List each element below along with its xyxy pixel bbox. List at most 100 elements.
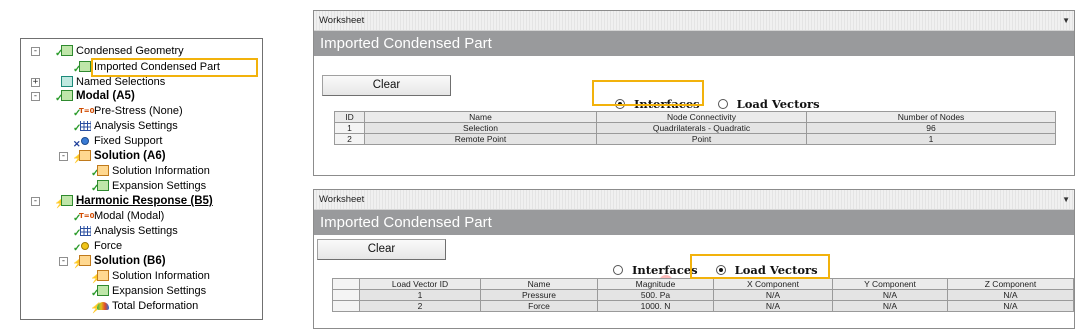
tree-item-fixed-support[interactable]: ✕ Fixed Support — [73, 134, 163, 149]
worksheet-title: Imported Condensed Part — [314, 210, 1074, 235]
tree-item-label: Force — [94, 240, 123, 252]
tree-item-label: Solution Information — [112, 270, 210, 282]
worksheet-tab-label: Worksheet — [319, 15, 365, 26]
collapse-toggle[interactable]: - — [59, 257, 68, 266]
named-selections-icon — [57, 75, 73, 89]
total-deformation-icon: ⚡ — [90, 300, 109, 313]
column-header[interactable]: Magnitude — [597, 278, 714, 290]
table-cell: 1 — [359, 289, 481, 301]
analysis-settings-icon: ✓ — [73, 225, 91, 238]
collapse-toggle[interactable]: - — [59, 152, 68, 161]
tree-item-modal-link[interactable]: ✓ T=0 Modal (Modal) — [73, 209, 164, 224]
radio-interfaces-label[interactable]: Interfaces — [632, 263, 698, 277]
table-cell: N/A — [947, 300, 1074, 312]
column-header[interactable]: Node Connectivity — [596, 111, 807, 123]
tree-item-solution-information-b[interactable]: ⚡ Solution Information — [90, 269, 210, 284]
clear-button[interactable]: Clear — [317, 239, 446, 260]
table-cell: N/A — [713, 289, 833, 301]
clear-button[interactable]: Clear — [322, 75, 451, 96]
radio-interfaces[interactable] — [613, 265, 623, 275]
worksheet-tab-label: Worksheet — [319, 194, 365, 205]
table-row[interactable]: 1 Pressure 500. Pa N/A N/A N/A — [332, 289, 1074, 301]
solution-icon: ⚡ — [72, 254, 91, 268]
worksheet-load-vectors: Worksheet ▼ Imported Condensed Part Clea… — [313, 189, 1075, 329]
tree-item-label: Condensed Geometry — [76, 45, 184, 57]
tree-item-named-selections[interactable]: Named Selections — [57, 75, 165, 90]
table-row[interactable]: 1 Selection Quadrilaterals - Quadratic 9… — [334, 122, 1056, 134]
table-row[interactable]: 2 Remote Point Point 1 — [334, 133, 1056, 145]
worksheet-title: Imported Condensed Part — [314, 31, 1074, 56]
column-header[interactable]: Number of Nodes — [806, 111, 1056, 123]
expand-toggle[interactable]: + — [31, 78, 40, 87]
column-header[interactable]: Load Vector ID — [359, 278, 481, 290]
highlight-box — [91, 58, 258, 77]
column-header[interactable]: Name — [364, 111, 597, 123]
tree-item-expansion-settings[interactable]: ✓ Expansion Settings — [91, 179, 206, 194]
table-cell: Pressure — [480, 289, 598, 301]
modal-link-icon: ✓ T=0 — [73, 211, 95, 224]
load-vectors-table: Load Vector ID Name Magnitude X Componen… — [332, 278, 1074, 312]
table-cell: 1 — [806, 133, 1056, 145]
table-cell: 2 — [359, 300, 481, 312]
tree-item-expansion-settings-b[interactable]: ✓ Expansion Settings — [91, 284, 207, 299]
table-cell: 500. Pa — [597, 289, 714, 301]
tree-item-analysis-settings-b[interactable]: ✓ Analysis Settings — [73, 224, 178, 239]
table-cell: N/A — [713, 300, 833, 312]
column-header[interactable]: Z Component — [947, 278, 1074, 290]
tree-item-label: Solution (B6) — [94, 255, 166, 267]
column-header[interactable]: Y Component — [832, 278, 948, 290]
column-header[interactable]: Name — [480, 278, 598, 290]
row-header-corner — [332, 278, 360, 290]
tree-item-label: Analysis Settings — [94, 225, 178, 237]
harmonic-response-icon: ⚡ — [54, 194, 73, 208]
collapse-toggle[interactable]: - — [31, 92, 40, 101]
outline-tree: - ✓ Condensed Geometry ✓ Imported Conden… — [21, 39, 262, 319]
radio-load-vectors-label[interactable]: Load Vectors — [737, 97, 820, 111]
tree-item-label: Expansion Settings — [112, 285, 207, 297]
tree-item-total-deformation[interactable]: ⚡ Total Deformation — [90, 299, 199, 314]
table-header-row: ID Name Node Connectivity Number of Node… — [334, 111, 1056, 123]
table-cell: 2 — [334, 133, 365, 145]
fixed-support-icon: ✕ — [73, 135, 91, 149]
tree-item-solution-a6[interactable]: ⚡ Solution (A6) — [72, 149, 166, 164]
table-cell: Remote Point — [364, 133, 597, 145]
tree-item-analysis-settings[interactable]: ✓ Analysis Settings — [73, 119, 178, 134]
tree-item-pre-stress[interactable]: ✓ T=0 Pre-Stress (None) — [73, 104, 183, 119]
worksheet-tab-bar: Worksheet ▼ — [314, 11, 1074, 31]
tree-item-label: Total Deformation — [112, 300, 199, 312]
table-header-row: Load Vector ID Name Magnitude X Componen… — [332, 278, 1074, 290]
highlight-box — [690, 254, 830, 279]
worksheet-tab-bar: Worksheet ▼ — [314, 190, 1074, 210]
dropdown-arrow-icon[interactable]: ▼ — [1062, 11, 1070, 31]
tree-item-force[interactable]: ✓ Force — [73, 239, 123, 254]
tree-item-label: Fixed Support — [94, 135, 163, 147]
column-header[interactable]: X Component — [713, 278, 833, 290]
table-cell: Quadrilaterals - Quadratic — [596, 122, 807, 134]
tree-item-solution-information[interactable]: ✓ Solution Information — [91, 164, 210, 179]
collapse-toggle[interactable]: - — [31, 47, 40, 56]
table-cell: 1 — [334, 122, 365, 134]
tree-item-label: Modal (A5) — [76, 90, 135, 102]
worksheet-interfaces: Worksheet ▼ Imported Condensed Part Clea… — [313, 10, 1075, 176]
table-row[interactable]: 2 Force 1000. N N/A N/A N/A — [332, 300, 1074, 312]
tree-item-label: Pre-Stress (None) — [94, 105, 183, 117]
pre-stress-icon: ✓ T=0 — [73, 106, 95, 119]
table-cell: Point — [596, 133, 807, 145]
tree-item-harmonic-response-b5[interactable]: ⚡ Harmonic Response (B5) — [54, 194, 213, 209]
tree-item-label: Named Selections — [76, 76, 166, 88]
expansion-settings-icon: ✓ — [91, 179, 109, 193]
radio-load-vectors[interactable] — [717, 99, 728, 109]
tree-item-condensed-geometry[interactable]: ✓ Condensed Geometry — [55, 44, 184, 59]
tree-item-modal-a5[interactable]: ✓ Modal (A5) — [55, 89, 135, 104]
tree-item-solution-b6[interactable]: ⚡ Solution (B6) — [72, 254, 166, 269]
table-cell: N/A — [832, 289, 948, 301]
column-header[interactable]: ID — [334, 111, 365, 123]
solution-information-icon: ⚡ — [90, 269, 109, 283]
table-cell: Force — [480, 300, 598, 312]
dropdown-arrow-icon[interactable]: ▼ — [1062, 190, 1070, 210]
force-icon: ✓ — [73, 240, 91, 253]
collapse-toggle[interactable]: - — [31, 197, 40, 206]
tree-item-label: Harmonic Response (B5) — [76, 195, 213, 207]
row-header — [332, 289, 360, 301]
imported-part-icon: ✓ — [73, 60, 91, 74]
